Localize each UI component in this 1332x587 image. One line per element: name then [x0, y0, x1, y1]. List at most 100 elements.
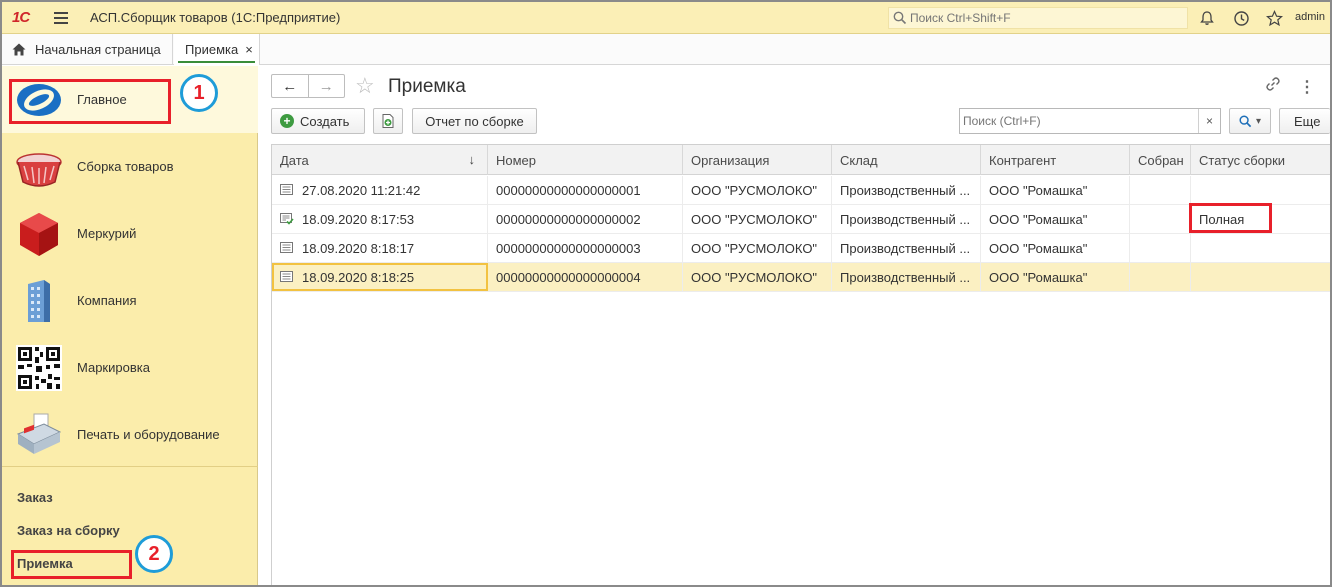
cell-collected — [1130, 205, 1191, 233]
tab-bar: Начальная страница Приемка × — [2, 34, 1330, 65]
history-icon[interactable] — [1232, 9, 1250, 27]
list-search-field[interactable]: × — [959, 108, 1221, 134]
cell-date: 18.09.2020 8:18:17 — [272, 234, 488, 262]
link-icon[interactable] — [1265, 76, 1281, 92]
sections-panel: Главное Сборка товаров Меркурий Компания… — [2, 66, 258, 585]
cell-collected — [1130, 263, 1191, 291]
cell-number: 00000000000000000001 — [488, 176, 683, 204]
page-title: Приемка — [388, 76, 466, 97]
cell-number-text: 00000000000000000004 — [496, 269, 641, 285]
cell-warehouse: Производственный ... — [832, 176, 981, 204]
section-label: Сборка товаров — [77, 159, 174, 174]
cell-organization: ООО "РУСМОЛОКО" — [683, 176, 832, 204]
list-search-input[interactable] — [963, 114, 1195, 128]
search-icon — [1239, 114, 1252, 127]
assembly-report-button[interactable]: Отчет по сборке — [412, 108, 537, 134]
sidebar-divider — [2, 466, 258, 467]
search-icon — [893, 11, 907, 25]
section-merkuriy[interactable]: Меркурий — [2, 200, 258, 267]
cell-organization-text: ООО "РУСМОЛОКО" — [691, 182, 818, 198]
cell-organization-text: ООО "РУСМОЛОКО" — [691, 240, 818, 256]
forward-button[interactable]: → — [307, 75, 345, 97]
column-header-status[interactable]: Статус сборки — [1191, 145, 1330, 175]
documents-table: Дата ↓ Номер Организация Склад Контраген… — [271, 144, 1330, 585]
section-label: Маркировка — [77, 360, 150, 375]
cell-date-text: 18.09.2020 8:17:53 — [302, 211, 415, 227]
section-sborka-tovarov[interactable]: Сборка товаров — [2, 133, 258, 200]
nav-link-zakaz-na-sborku[interactable]: Заказ на сборку — [17, 523, 120, 538]
cash-register-icon — [16, 413, 62, 454]
document-posted-icon — [280, 213, 294, 225]
cell-collected — [1130, 176, 1191, 204]
column-header-number[interactable]: Номер — [488, 145, 683, 175]
bell-icon[interactable] — [1198, 9, 1216, 27]
cell-number-text: 00000000000000000003 — [496, 240, 641, 256]
more-button[interactable]: Еще — [1279, 108, 1330, 134]
cell-number-text: 00000000000000000001 — [496, 182, 641, 198]
app-title: АСП.Сборщик товаров (1С:Предприятие) — [90, 10, 341, 25]
sort-descending-icon: ↓ — [468, 152, 476, 167]
favorites-star-icon[interactable] — [1265, 9, 1283, 27]
cell-warehouse-text: Производственный ... — [840, 240, 971, 256]
tab-home-label: Начальная страница — [35, 41, 161, 57]
cell-warehouse-text: Производственный ... — [840, 211, 971, 227]
column-header-warehouse[interactable]: Склад — [832, 145, 981, 175]
section-label: Компания — [77, 293, 137, 308]
find-button[interactable]: ▾ — [1229, 108, 1271, 134]
tab-home[interactable]: Начальная страница — [2, 34, 173, 64]
plus-icon: + — [280, 114, 294, 128]
main-menu-icon[interactable] — [54, 11, 68, 24]
document-icon — [280, 184, 294, 196]
column-header-counterparty[interactable]: Контрагент — [981, 145, 1130, 175]
cell-organization: ООО "РУСМОЛОКО" — [683, 263, 832, 291]
tab-priemka[interactable]: Приемка × — [174, 34, 260, 65]
document-icon — [280, 242, 294, 254]
create-button[interactable]: + Создать — [271, 108, 365, 134]
section-pechat-i-oborudovanie[interactable]: Печать и оборудование — [2, 401, 258, 468]
table-row[interactable]: 27.08.2020 11:21:42 00000000000000000001 О… — [272, 176, 1330, 205]
cell-number: 00000000000000000002 — [488, 205, 683, 233]
title-bar: 1С АСП.Сборщик товаров (1С:Предприятие) … — [2, 2, 1330, 34]
basket-icon — [16, 152, 62, 187]
table-row[interactable]: 18.09.2020 8:18:25 00000000000000000004 ОО… — [272, 263, 1330, 292]
step-badge-1: 1 — [180, 74, 218, 112]
highlight-box-status — [1189, 203, 1272, 233]
cell-counterparty-text: ООО "Ромашка" — [989, 211, 1088, 227]
tab-close-icon[interactable]: × — [245, 42, 253, 57]
clear-search-icon[interactable]: × — [1198, 109, 1220, 133]
back-button[interactable]: ← — [272, 75, 308, 97]
qr-code-icon — [16, 344, 62, 391]
cube-icon — [20, 212, 58, 256]
global-search-input[interactable] — [910, 11, 1170, 25]
cell-warehouse: Производственный ... — [832, 263, 981, 291]
building-icon — [28, 279, 50, 322]
cell-counterparty: ООО "Ромашка" — [981, 176, 1130, 204]
cell-counterparty: ООО "Ромашка" — [981, 205, 1130, 233]
user-name[interactable]: admin — [1295, 11, 1325, 23]
copy-button[interactable] — [373, 108, 403, 134]
section-kompaniya[interactable]: Компания — [2, 267, 258, 334]
app-window: 1С АСП.Сборщик товаров (1С:Предприятие) … — [0, 0, 1332, 587]
column-header-date[interactable]: Дата ↓ — [272, 145, 488, 175]
section-markirovka[interactable]: Маркировка — [2, 334, 258, 401]
column-header-collected[interactable]: Собран — [1130, 145, 1191, 175]
cell-organization: ООО "РУСМОЛОКО" — [683, 205, 832, 233]
cell-counterparty: ООО "Ромашка" — [981, 234, 1130, 262]
more-actions-icon[interactable]: ⋮ — [1299, 77, 1315, 97]
chevron-down-icon: ▾ — [1255, 115, 1262, 127]
home-icon — [12, 43, 26, 55]
cell-date: 27.08.2020 11:21:42 — [272, 176, 488, 204]
cell-status — [1191, 234, 1330, 262]
nav-link-zakaz[interactable]: Заказ — [17, 490, 53, 505]
history-nav: ← → — [271, 74, 345, 98]
table-row[interactable]: 18.09.2020 8:18:17 00000000000000000003 ОО… — [272, 234, 1330, 263]
section-label: Меркурий — [77, 226, 137, 241]
copy-document-icon — [382, 114, 394, 128]
cell-status — [1191, 176, 1330, 204]
add-to-favorites-star-icon[interactable]: ☆ — [355, 73, 375, 99]
global-search-field[interactable] — [888, 7, 1188, 29]
highlight-box-nav — [11, 550, 132, 579]
table-row[interactable]: 18.09.2020 8:17:53 00000000000000000002 ОО… — [272, 205, 1330, 234]
table-header: Дата ↓ Номер Организация Склад Контраген… — [272, 145, 1330, 175]
column-header-organization[interactable]: Организация — [683, 145, 832, 175]
